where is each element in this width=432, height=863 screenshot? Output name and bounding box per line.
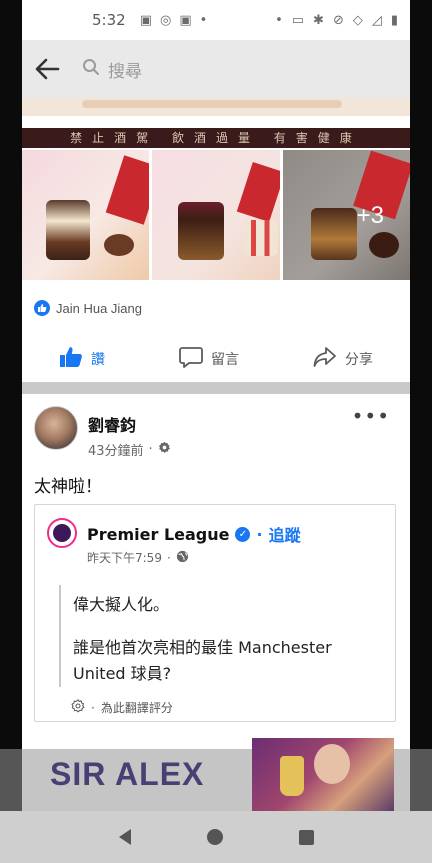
like-reaction-icon xyxy=(34,300,50,316)
battery-icon: ▮ xyxy=(390,12,398,28)
system-navigation-bar xyxy=(0,811,432,863)
share-label: 分享 xyxy=(345,352,373,368)
quoted-text: 偉大擬人化。 誰是他首次亮相的最佳 Manchester United 球員? xyxy=(59,585,385,687)
photo-2[interactable] xyxy=(152,150,280,280)
translation-rating[interactable]: · 為此翻譯評分 xyxy=(71,699,173,716)
search-header: 搜尋 xyxy=(22,40,410,98)
sync-icon: ◎ xyxy=(159,12,172,28)
translation-rating-label: 為此翻譯評分 xyxy=(100,701,173,715)
more-photos-count: +3 xyxy=(356,202,384,229)
gear-icon xyxy=(158,441,171,458)
nav-home-icon[interactable] xyxy=(206,829,223,845)
search-icon xyxy=(82,58,100,81)
post-card: 劉睿鈞 43分鐘前 · ••• 太神啦！ Premier League ✓ · … xyxy=(22,394,410,794)
comment-label: 留言 xyxy=(211,352,239,368)
avatar[interactable] xyxy=(34,406,78,450)
search-input[interactable]: 搜尋 xyxy=(108,57,142,82)
verified-badge-icon: ✓ xyxy=(235,526,251,542)
share-icon xyxy=(313,346,337,372)
alcohol-warning-banner: 禁止酒駕 飲酒過量 有害健康 xyxy=(22,128,410,148)
premier-league-logo[interactable] xyxy=(47,518,77,548)
settings-gear-icon xyxy=(71,699,85,716)
post-time[interactable]: 43分鐘前 xyxy=(88,440,144,459)
follow-link[interactable]: 追蹤 xyxy=(269,522,301,546)
photo-1[interactable] xyxy=(22,150,150,280)
shared-page-name[interactable]: Premier League xyxy=(87,525,229,544)
shared-page-header: Premier League ✓ · 追蹤 xyxy=(87,522,301,546)
cast-icon: ▭ xyxy=(291,12,305,28)
android-icon: ▣ xyxy=(139,12,152,28)
like-label: 讚 xyxy=(91,352,105,368)
nav-back-icon[interactable] xyxy=(118,829,131,845)
photo-grid: +3 xyxy=(22,150,410,280)
share-button[interactable]: 分享 xyxy=(313,346,373,372)
comment-button[interactable]: 留言 xyxy=(179,346,239,372)
overlay-image[interactable] xyxy=(252,738,394,812)
reactions-summary[interactable]: Jain Hua Jiang xyxy=(34,300,142,316)
system-icons: • ▭ ✱ ⊘ ◇ ◿ ▮ xyxy=(275,13,398,28)
mute-icon: ⊘ xyxy=(332,12,344,28)
quote-line-2: 誰是他首次亮相的最佳 Manchester United 球員? xyxy=(73,638,332,683)
author-name[interactable]: 劉睿鈞 xyxy=(88,412,136,436)
quote-line-1: 偉大擬人化。 xyxy=(73,595,170,614)
wifi-icon: ◇ xyxy=(352,12,363,28)
android-icon-2: ▣ xyxy=(179,12,192,28)
bluetooth-icon: ✱ xyxy=(313,12,324,28)
previous-image-edge xyxy=(22,98,410,116)
dot-icon-2: • xyxy=(275,12,283,28)
comment-icon xyxy=(179,346,203,372)
overlay-title: SIR ALEX xyxy=(50,756,205,792)
status-time: 5:32 xyxy=(92,11,126,29)
post-text: 太神啦！ xyxy=(34,477,102,497)
post-separator xyxy=(22,382,410,394)
thumbs-up-icon xyxy=(59,346,83,372)
search-box[interactable]: 搜尋 xyxy=(82,57,142,82)
signal-icon: ◿ xyxy=(371,12,382,28)
post-actions: 讚 留言 分享 xyxy=(22,340,410,378)
status-bar: 5:32 ▣ ◎ ▣ • • ▭ ✱ ⊘ ◇ ◿ ▮ xyxy=(22,0,410,40)
back-arrow-icon[interactable] xyxy=(22,58,72,80)
post-meta: 43分鐘前 · xyxy=(88,440,171,459)
dot-icon: • xyxy=(199,12,208,28)
globe-icon xyxy=(176,550,189,566)
more-options-icon[interactable]: ••• xyxy=(352,404,390,428)
notification-icons: ▣ ◎ ▣ • xyxy=(140,13,208,28)
like-button[interactable]: 讚 xyxy=(59,346,105,372)
shared-post-time[interactable]: 昨天下午7:59 xyxy=(87,549,162,566)
nav-recents-icon[interactable] xyxy=(298,829,314,845)
shared-post[interactable]: Premier League ✓ · 追蹤 昨天下午7:59 · 偉大擬人化。 … xyxy=(34,504,396,722)
liked-by-name: Jain Hua Jiang xyxy=(56,300,142,316)
photo-3-more[interactable]: +3 xyxy=(282,150,410,280)
shared-post-meta: 昨天下午7:59 · xyxy=(87,549,189,566)
